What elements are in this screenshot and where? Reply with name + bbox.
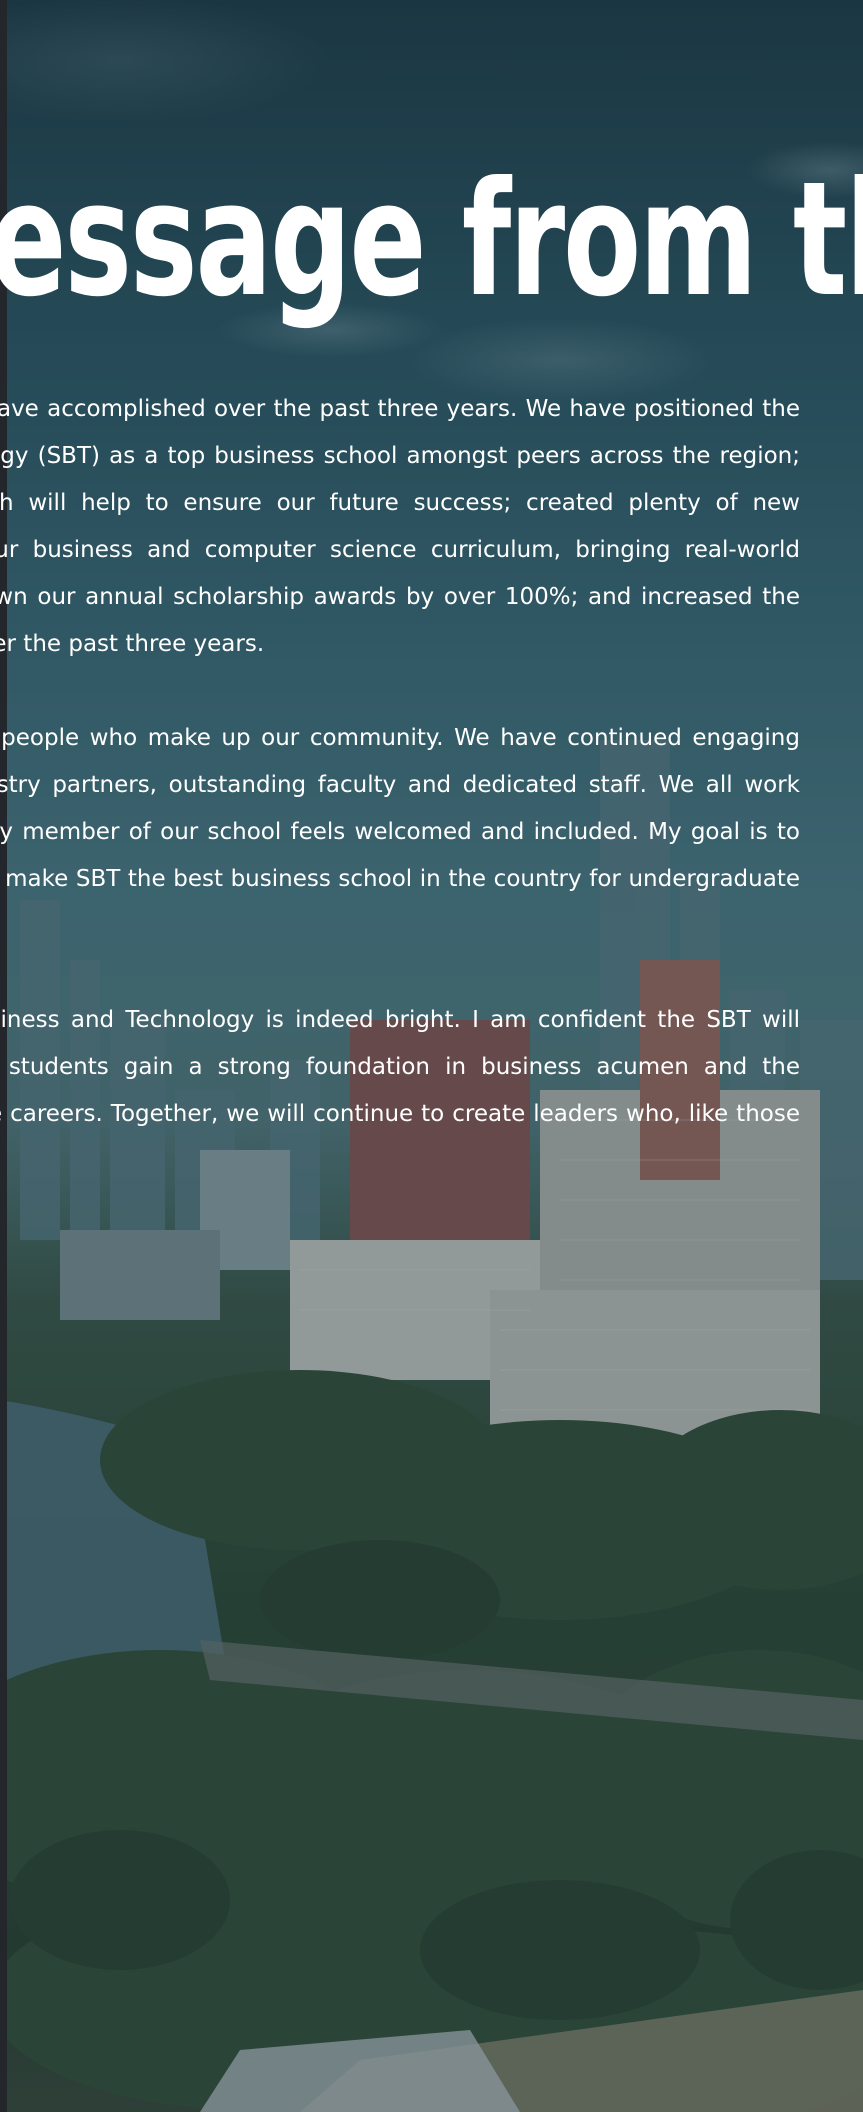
message-paragraph-3: The future of the School of Business and… [0, 1007, 800, 1127]
page-title: A Message from the Dean [0, 148, 863, 332]
message-paragraph-1: I am incredibly proud of all we have acc… [0, 396, 800, 657]
message-paragraph-2: I am grateful for the wonderful people w… [0, 725, 800, 892]
dean-message-body: I am incredibly proud of all we have acc… [0, 386, 800, 1185]
dean-message-section: A Message from the Dean I am incredibly … [0, 0, 863, 2112]
